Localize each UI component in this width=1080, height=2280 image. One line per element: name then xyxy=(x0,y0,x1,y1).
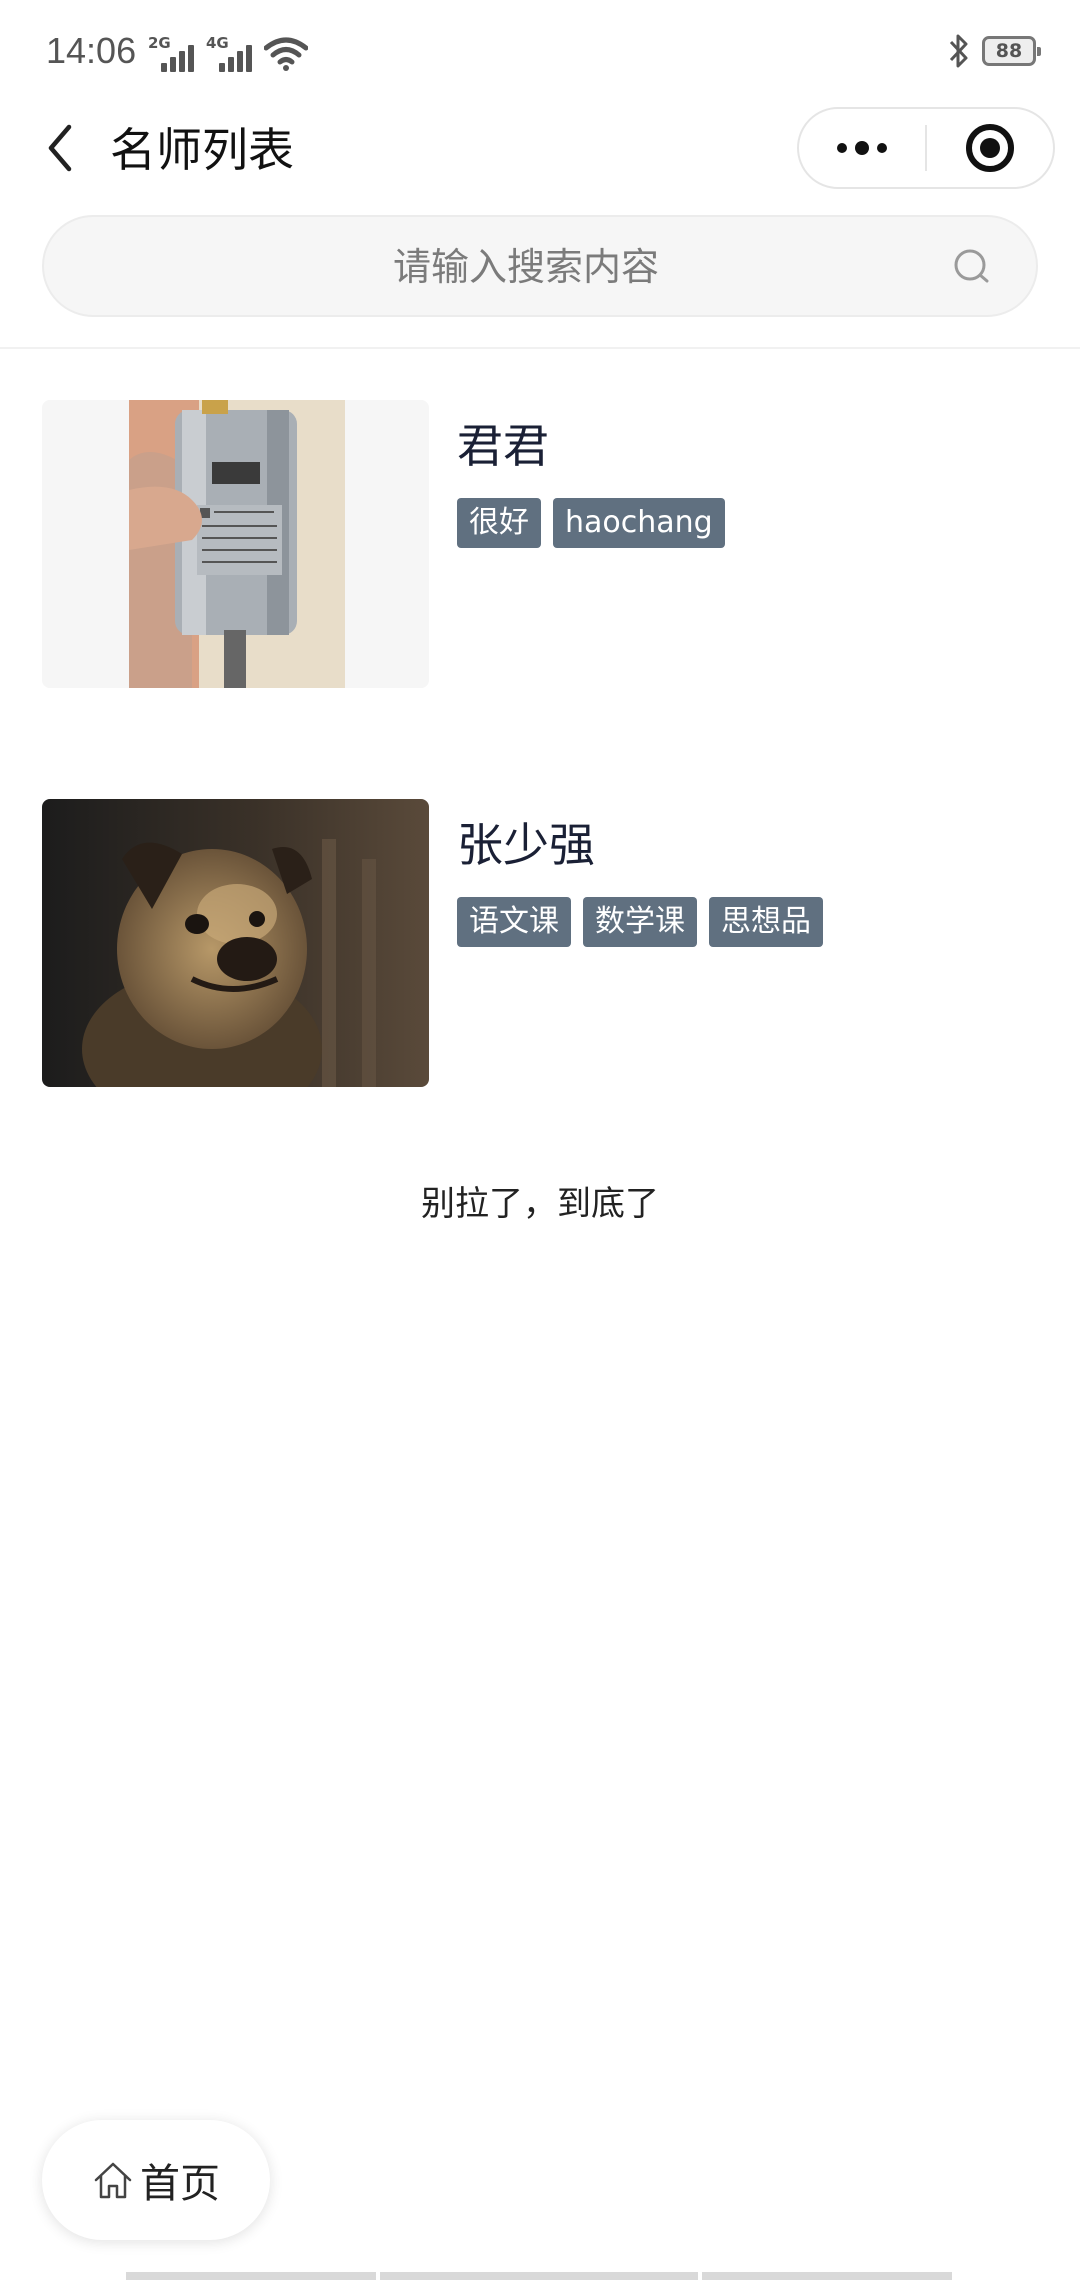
header-divider xyxy=(0,347,1080,349)
chevron-left-icon xyxy=(48,124,72,172)
cellular-4g-icon: 4G xyxy=(206,34,252,72)
teacher-card[interactable]: 张少强 语文课 数学课 思想品 xyxy=(42,799,1042,1087)
more-dots-icon xyxy=(837,141,887,155)
nav-bar: 名师列表 xyxy=(0,100,1080,200)
home-button[interactable]: 首页 xyxy=(42,2120,270,2240)
search-box[interactable] xyxy=(42,215,1038,317)
page-title: 名师列表 xyxy=(110,123,294,177)
search-icon[interactable] xyxy=(952,247,992,287)
screen: 14:06 2G 4G 88 名师列表 请输入搜索内容 君君 很好 haocha… xyxy=(0,0,1080,2280)
teacher-tag: 数学课 xyxy=(583,897,697,947)
teacher-tag: haochang xyxy=(553,498,725,548)
list-end-text: 别拉了，到底了 xyxy=(421,1184,659,1224)
teacher-tag: 语文课 xyxy=(457,897,571,947)
home-icon xyxy=(94,2162,132,2199)
teacher-name: 君君 xyxy=(457,419,549,473)
more-button[interactable] xyxy=(799,109,925,187)
status-bar: 14:06 2G 4G 88 xyxy=(0,0,1080,100)
mini-program-capsule xyxy=(797,107,1055,189)
teacher-name: 张少强 xyxy=(457,818,595,872)
battery-level: 88 xyxy=(995,40,1023,62)
battery-icon: 88 xyxy=(982,36,1041,66)
teacher-tag: 很好 xyxy=(457,498,541,548)
cellular-2g-icon: 2G xyxy=(148,34,194,72)
teacher-card[interactable]: 君君 很好 haochang xyxy=(42,400,1042,688)
bluetooth-icon xyxy=(946,32,972,70)
target-circle-icon xyxy=(965,124,1014,172)
status-right: 88 xyxy=(946,32,1041,70)
bottom-tab-strip xyxy=(126,2272,952,2280)
teacher-photo xyxy=(42,799,429,1087)
tag-list: 很好 haochang xyxy=(457,498,725,548)
back-button[interactable] xyxy=(30,118,90,178)
wifi-icon xyxy=(263,36,309,72)
tag-list: 语文课 数学课 思想品 xyxy=(457,897,823,947)
home-label: 首页 xyxy=(140,2161,220,2207)
search-input[interactable] xyxy=(124,217,928,317)
close-mini-program-button[interactable] xyxy=(927,109,1053,187)
status-time: 14:06 xyxy=(46,30,137,71)
teacher-tag: 思想品 xyxy=(709,897,823,947)
teacher-photo xyxy=(42,400,429,688)
signal-group: 2G 4G xyxy=(148,32,309,72)
